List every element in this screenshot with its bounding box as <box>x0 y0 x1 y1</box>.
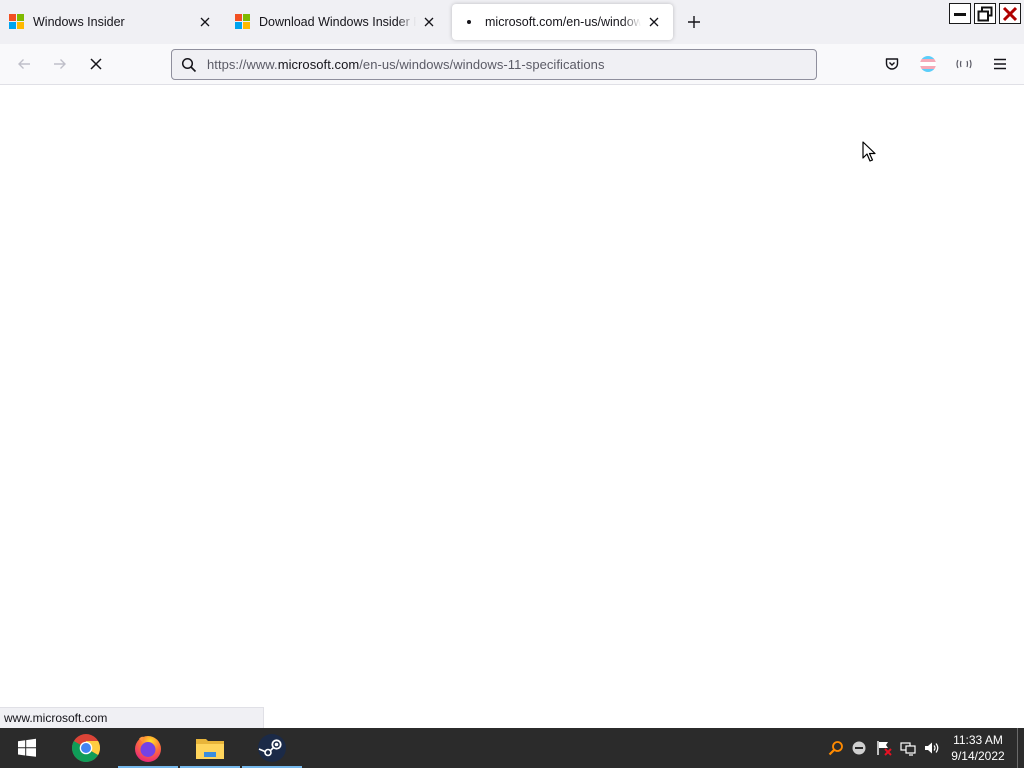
taskbar-steam[interactable] <box>242 728 302 768</box>
page-content <box>0 85 1024 728</box>
restore-icon <box>977 6 993 21</box>
extension-icon <box>956 59 972 69</box>
url-domain: microsoft.com <box>277 57 360 72</box>
taskbar-chrome[interactable] <box>56 728 116 768</box>
tab-title: Windows Insider <box>33 15 125 29</box>
mouse-cursor-icon <box>862 141 876 162</box>
do-not-disturb-icon[interactable] <box>851 740 867 756</box>
tab-strip: Windows Insider Download Windows Insider… <box>0 0 1024 44</box>
loading-dot-icon <box>461 14 477 30</box>
taskbar: 11:33 AM 9/14/2022 <box>0 728 1024 768</box>
start-icon <box>18 738 36 757</box>
microsoft-logo-icon <box>235 14 251 30</box>
url-path: /en-us/windows/windows-11-specifications <box>359 57 605 72</box>
hamburger-menu-icon <box>994 58 1006 70</box>
system-clock[interactable]: 11:33 AM 9/14/2022 <box>944 732 1012 764</box>
account-button[interactable] <box>916 52 940 76</box>
close-window-button[interactable] <box>999 3 1021 24</box>
tab-windows-11-specifications[interactable]: microsoft.com/en-us/windows/windows-11-s… <box>452 4 673 40</box>
link-status-bar: www.microsoft.com <box>0 707 264 728</box>
close-tab-icon[interactable] <box>196 13 214 31</box>
file-explorer-icon <box>196 739 224 759</box>
network-icon[interactable] <box>900 740 916 756</box>
arrow-right-icon <box>54 59 66 69</box>
volume-icon[interactable] <box>924 740 940 756</box>
close-tab-icon[interactable] <box>420 13 438 31</box>
minimize-icon <box>954 12 966 16</box>
forward-button[interactable] <box>48 52 72 76</box>
url-prefix: https://www. <box>207 57 278 72</box>
action-center-flag-icon[interactable] <box>876 740 892 756</box>
new-tab-button[interactable] <box>684 12 704 32</box>
close-icon <box>1002 6 1018 21</box>
stop-loading-button[interactable] <box>84 52 108 76</box>
clock-time: 11:33 AM <box>953 733 1003 747</box>
stop-icon <box>90 58 102 70</box>
firefox-icon <box>135 736 161 762</box>
close-tab-icon[interactable] <box>645 13 663 31</box>
pocket-icon <box>885 58 899 70</box>
search-magnifier-icon[interactable] <box>828 740 844 756</box>
plus-icon <box>688 16 700 28</box>
clock-date: 9/14/2022 <box>951 749 1005 763</box>
minimize-button[interactable] <box>949 3 971 24</box>
account-avatar-icon <box>920 56 936 72</box>
search-icon <box>174 57 204 73</box>
tab-title: Download Windows Insider Preview <box>259 15 416 29</box>
extension-button[interactable] <box>952 52 976 76</box>
chrome-icon <box>72 734 100 762</box>
tab-download-windows-insider-preview[interactable]: Download Windows Insider Preview <box>226 4 448 40</box>
start-button[interactable] <box>0 728 54 768</box>
navigation-toolbar: https://www.microsoft.com/en-us/windows/… <box>0 44 1024 85</box>
address-bar[interactable]: https://www.microsoft.com/en-us/windows/… <box>171 49 817 80</box>
show-desktop-button[interactable] <box>1017 728 1018 768</box>
pocket-button[interactable] <box>880 52 904 76</box>
steam-icon <box>258 734 286 762</box>
app-menu-button[interactable] <box>988 52 1012 76</box>
taskbar-firefox[interactable] <box>118 728 178 768</box>
microsoft-logo-icon <box>9 14 25 30</box>
url-text: https://www.microsoft.com/en-us/windows/… <box>207 57 605 72</box>
taskbar-file-explorer[interactable] <box>180 728 240 768</box>
tab-title: microsoft.com/en-us/windows/windows-11-s… <box>485 15 641 29</box>
restore-button[interactable] <box>974 3 996 24</box>
arrow-left-icon <box>18 59 30 69</box>
back-button[interactable] <box>12 52 36 76</box>
tab-windows-insider[interactable]: Windows Insider <box>0 4 224 40</box>
